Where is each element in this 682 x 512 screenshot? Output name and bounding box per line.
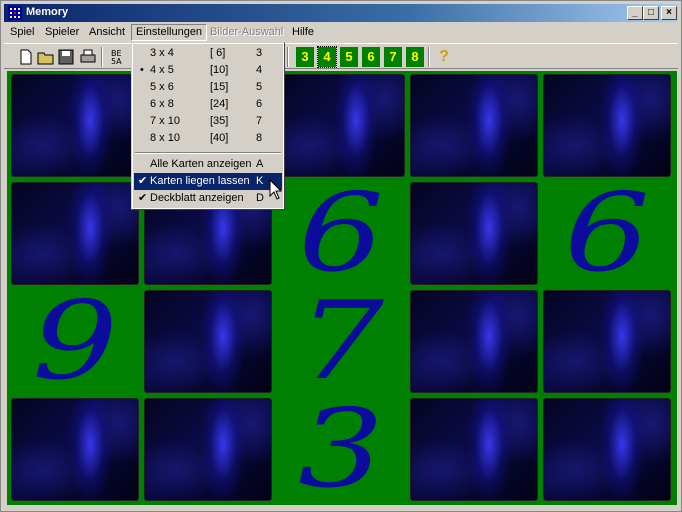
card3-icon[interactable]: 3 — [296, 47, 314, 67]
shortcut-label: K — [256, 175, 264, 187]
menu-bar: Spiel Spieler Ansicht Einstellungen Bild… — [4, 23, 678, 42]
pairs-label: [ 6] — [210, 47, 226, 59]
maximize-button[interactable]: □ — [643, 6, 659, 20]
menu-spiel[interactable]: Spiel — [6, 25, 38, 40]
size-label: 8 x 10 — [150, 132, 180, 144]
menu-separator — [135, 152, 281, 154]
size-label: 7 x 10 — [150, 115, 180, 127]
radio-bullet-icon: • — [140, 64, 144, 76]
card-back[interactable] — [410, 290, 538, 393]
card-back[interactable] — [277, 74, 405, 177]
toolbar-separator — [428, 47, 430, 67]
menu-size-8x10[interactable]: 8 x 10 [40] 8 — [134, 130, 282, 147]
card-face: 6 — [298, 171, 384, 296]
pairs-label: [35] — [210, 115, 229, 127]
toolbar-separator — [287, 47, 289, 67]
menu-karten-liegen-lassen[interactable]: ✔ Karten liegen lassen K — [134, 173, 282, 190]
option-label: Karten liegen lassen — [150, 175, 250, 187]
card4-icon[interactable]: 4 — [317, 46, 337, 68]
title-bar[interactable]: Memory _ □ × — [4, 4, 678, 22]
card5-icon[interactable]: 5 — [340, 47, 358, 67]
pairs-label: [24] — [210, 98, 229, 110]
print-icon[interactable] — [78, 47, 98, 67]
shortcut-label: A — [256, 158, 264, 170]
einstellungen-dropdown: 3 x 4 [ 6] 3 • 4 x 5 [10] 4 5 x 6 [15] 5 6 x 8 [… — [131, 42, 285, 210]
menu-einstellungen[interactable]: Einstellungen — [131, 24, 208, 41]
card6-icon[interactable]: 6 — [362, 47, 380, 67]
sort-icon[interactable]: BE5A — [107, 47, 127, 67]
open-icon[interactable] — [36, 47, 56, 67]
card-back[interactable] — [144, 398, 272, 501]
card-back[interactable] — [144, 290, 272, 393]
card-back[interactable] — [410, 182, 538, 285]
window-title: Memory — [26, 6, 69, 18]
mouse-cursor-icon — [269, 179, 283, 200]
card8-icon[interactable]: 8 — [406, 47, 424, 67]
card-back[interactable] — [543, 74, 671, 177]
shortcut-label: 4 — [256, 64, 263, 76]
card-face: 7 — [298, 279, 384, 404]
menu-alle-karten-anzeigen[interactable]: Alle Karten anzeigen A — [134, 156, 282, 173]
menu-ansicht[interactable]: Ansicht — [85, 25, 129, 40]
close-button[interactable]: × — [661, 6, 677, 20]
card-back[interactable] — [543, 398, 671, 501]
menu-bilder-auswahl[interactable]: Bilder-Auswahl — [206, 25, 287, 40]
card-back[interactable] — [543, 290, 671, 393]
shortcut-label: D — [256, 192, 264, 204]
card-face: 6 — [564, 171, 650, 296]
card-back[interactable] — [11, 74, 139, 177]
menu-hilfe[interactable]: Hilfe — [288, 25, 318, 40]
memory-window: Memory _ □ × Spiel Spieler Ansicht Einst… — [0, 0, 682, 512]
svg-text:5A: 5A — [111, 57, 122, 66]
menu-size-7x10[interactable]: 7 x 10 [35] 7 — [134, 113, 282, 130]
toolbar: BE 5A 3 4 5 6 7 8 ? — [4, 43, 678, 69]
app-icon — [8, 6, 22, 20]
size-label: 4 x 5 — [150, 64, 174, 76]
shortcut-label: 3 — [256, 47, 263, 59]
size-label: 5 x 6 — [150, 81, 174, 93]
menu-deckblatt-anzeigen[interactable]: ✔ Deckblatt anzeigen D — [134, 190, 282, 207]
card-face: 9 — [32, 279, 118, 404]
option-label: Alle Karten anzeigen — [150, 158, 252, 170]
pairs-label: [15] — [210, 81, 229, 93]
minimize-button[interactable]: _ — [627, 6, 643, 20]
shortcut-label: 8 — [256, 132, 263, 144]
shortcut-label: 5 — [256, 81, 263, 93]
game-board: 6 6 9 7 3 — [7, 71, 677, 505]
size-label: 6 x 8 — [150, 98, 174, 110]
card7-icon[interactable]: 7 — [384, 47, 402, 67]
shortcut-label: 6 — [256, 98, 263, 110]
shortcut-label: 7 — [256, 115, 263, 127]
checkmark-icon: ✔ — [138, 175, 148, 187]
menu-size-5x6[interactable]: 5 x 6 [15] 5 — [134, 79, 282, 96]
card-back[interactable] — [11, 398, 139, 501]
card-back[interactable] — [410, 398, 538, 501]
card-back[interactable] — [11, 182, 139, 285]
option-label: Deckblatt anzeigen — [150, 192, 244, 204]
pairs-label: [10] — [210, 64, 229, 76]
menu-size-6x8[interactable]: 6 x 8 [24] 6 — [134, 96, 282, 113]
save-icon[interactable] — [56, 47, 76, 67]
card-face: 3 — [298, 387, 384, 512]
help-icon[interactable]: ? — [434, 47, 454, 67]
new-icon[interactable] — [16, 47, 36, 67]
card-back[interactable] — [410, 74, 538, 177]
menu-spieler[interactable]: Spieler — [41, 25, 83, 40]
checkmark-icon: ✔ — [138, 192, 148, 204]
menu-size-4x5[interactable]: • 4 x 5 [10] 4 — [134, 62, 282, 79]
size-label: 3 x 4 — [150, 47, 174, 59]
pairs-label: [40] — [210, 132, 229, 144]
menu-size-3x4[interactable]: 3 x 4 [ 6] 3 — [134, 45, 282, 62]
toolbar-separator — [101, 47, 103, 67]
